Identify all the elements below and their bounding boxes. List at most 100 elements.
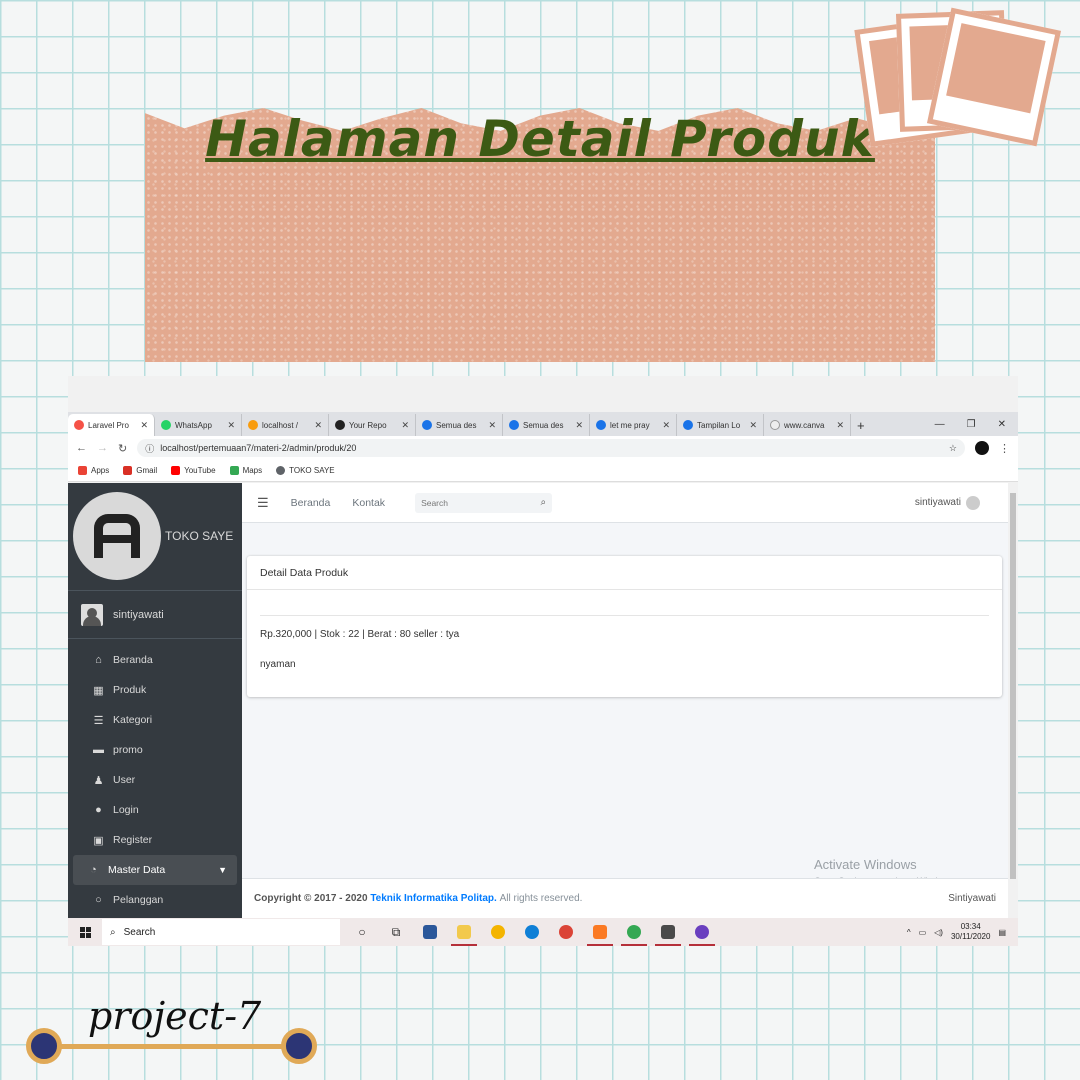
user-icon: ● [95,804,102,816]
cortana-icon[interactable]: ○ [352,922,372,942]
brand[interactable]: TOKO SAYE [68,483,242,591]
avatar [966,495,980,510]
dashboard-icon: ◔ [90,864,97,876]
search-icon[interactable]: ⌕ [540,497,546,508]
menu-icon[interactable]: ⋮ [999,442,1010,455]
system-tray: ^ ▭ ◁) 03:34 30/11/2020 ▤ [907,922,1018,942]
browser-tab[interactable]: Laravel Pro ✕ [68,414,155,436]
circle-icon: ○ [95,894,102,906]
search-placeholder: Search [421,497,448,508]
word-icon[interactable] [420,922,440,942]
restore-icon[interactable]: ❐ [967,419,976,430]
wallet-icon: ▬ [93,744,104,756]
footer-author: Sintiyawati [948,893,996,904]
bookmark-maps[interactable]: Maps [229,466,262,475]
close-icon[interactable]: ✕ [662,420,670,431]
avatar [81,603,103,626]
close-icon[interactable]: ✕ [749,420,757,431]
taskbar-search[interactable]: ⌕ Search [102,919,340,945]
chevron-down-icon: ▼ [218,865,227,875]
forward-icon[interactable]: → [97,442,108,454]
close-icon[interactable]: ✕ [836,420,844,431]
task-view-icon[interactable]: ⧉ [386,922,406,942]
close-icon[interactable]: ✕ [227,420,235,431]
close-icon[interactable]: ✕ [575,420,583,431]
sidebar-item-pelanggan[interactable]: ○ Pelanggan [73,885,237,915]
footer-copyright: Copyright © 2017 - 2020 [254,893,368,904]
chevron-up-icon[interactable]: ^ [907,928,911,937]
clock[interactable]: 03:34 30/11/2020 [951,922,990,942]
browser-tab[interactable]: www.canva ✕ [764,414,851,436]
windows-taskbar: ⌕ Search ○ ⧉ ^ ▭ ◁) 03:34 30/11/2020 ▤ [68,918,1018,946]
sidebar-item-login[interactable]: ● Login [73,795,237,825]
bookmark-apps[interactable]: Apps [78,466,109,475]
home-icon: ⌂ [95,654,102,666]
browser-tab[interactable]: WhatsApp ✕ [155,414,242,436]
browser-tab[interactable]: Your Repo ✕ [329,414,416,436]
canva-icon [683,420,693,430]
hamburger-icon[interactable]: ☰ [257,495,269,511]
chrome-active-icon[interactable] [621,922,647,946]
bookmark-toko-saye[interactable]: TOKO SAYE [276,466,335,475]
list-icon: ☰ [93,714,104,727]
sidebar-item-user[interactable]: ♟ User [73,765,237,795]
close-icon[interactable]: ✕ [140,420,148,431]
apps-icon [78,466,87,475]
scrollbar[interactable] [1008,483,1018,918]
close-icon[interactable]: ✕ [488,420,496,431]
app-icon[interactable] [689,922,715,946]
sidebar-item-produk[interactable]: ▦ Produk [73,675,237,705]
star-icon[interactable]: ☆ [949,443,957,454]
close-window-icon[interactable]: ✕ [998,419,1006,430]
sidebar-item-register[interactable]: ▣ Register [73,825,237,855]
laravel-icon [74,420,84,430]
top-user-menu[interactable]: sintiyawati [915,495,980,510]
close-icon[interactable]: ✕ [401,420,409,431]
volume-icon[interactable]: ◁) [934,928,943,937]
browser-tab[interactable]: let me pray ✕ [590,414,677,436]
address-bar[interactable]: ⓘ localhost/pertemuaan7/materi-2/admin/p… [137,439,965,457]
user-panel[interactable]: sintiyawati [68,591,242,639]
decorative-line [44,1044,300,1049]
url-text: localhost/pertemuaan7/materi-2/admin/pro… [160,443,357,453]
tab-bar: Laravel Pro ✕ WhatsApp ✕ localhost / ✕ Your… [68,412,1018,436]
address-row: ← → ↻ ⓘ localhost/pertemuaan7/materi-2/a… [68,436,1018,460]
canva-icon [509,420,519,430]
bookmark-youtube[interactable]: YouTube [171,466,216,475]
sidebar-item-master-data[interactable]: ◔ Master Data ▼ [73,855,237,885]
nav-link-kontak[interactable]: Kontak [352,497,385,509]
address-card-icon: ▣ [93,834,104,847]
browser-tab[interactable]: localhost / ✕ [242,414,329,436]
sidebar-item-promo[interactable]: ▬ promo [73,735,237,765]
sidebar-item-beranda[interactable]: ⌂ Beranda [73,645,237,675]
browser-tab[interactable]: Semua des ✕ [503,414,590,436]
search-icon: ⌕ [110,926,116,938]
file-explorer-icon[interactable] [451,922,477,946]
reload-icon[interactable]: ↻ [118,442,127,455]
card-title: Detail Data Produk [247,556,1002,590]
battery-icon[interactable]: ▭ [919,928,927,937]
sublime-text-icon[interactable] [655,922,681,946]
sidebar-item-kategori[interactable]: ☰ Kategori [73,705,237,735]
chrome-icon[interactable] [556,922,576,942]
nav-link-beranda[interactable]: Beranda [291,497,331,509]
minimize-icon[interactable]: — [935,419,945,430]
info-icon: ⓘ [145,443,155,454]
profile-icon[interactable] [975,441,989,455]
new-tab-button[interactable]: + [851,414,881,436]
bookmark-gmail[interactable]: Gmail [123,466,157,475]
maps-icon [229,466,239,475]
search-input[interactable]: Search ⌕ [415,492,553,513]
footer-link[interactable]: Teknik Informatika Politap. [370,893,497,904]
browser-tab[interactable]: Semua des ✕ [416,414,503,436]
notification-icon[interactable]: ▤ [998,928,1006,937]
whatsapp-icon [161,420,171,430]
browser-tab[interactable]: Tampilan Lo ✕ [677,414,764,436]
windows-start-icon[interactable] [68,926,102,938]
xampp-icon[interactable] [587,922,613,946]
close-icon[interactable]: ✕ [314,420,322,431]
back-icon[interactable]: ← [76,442,87,454]
chrome-canary-icon[interactable] [488,922,508,942]
edge-icon[interactable] [522,922,542,942]
gmail-icon [123,466,133,475]
